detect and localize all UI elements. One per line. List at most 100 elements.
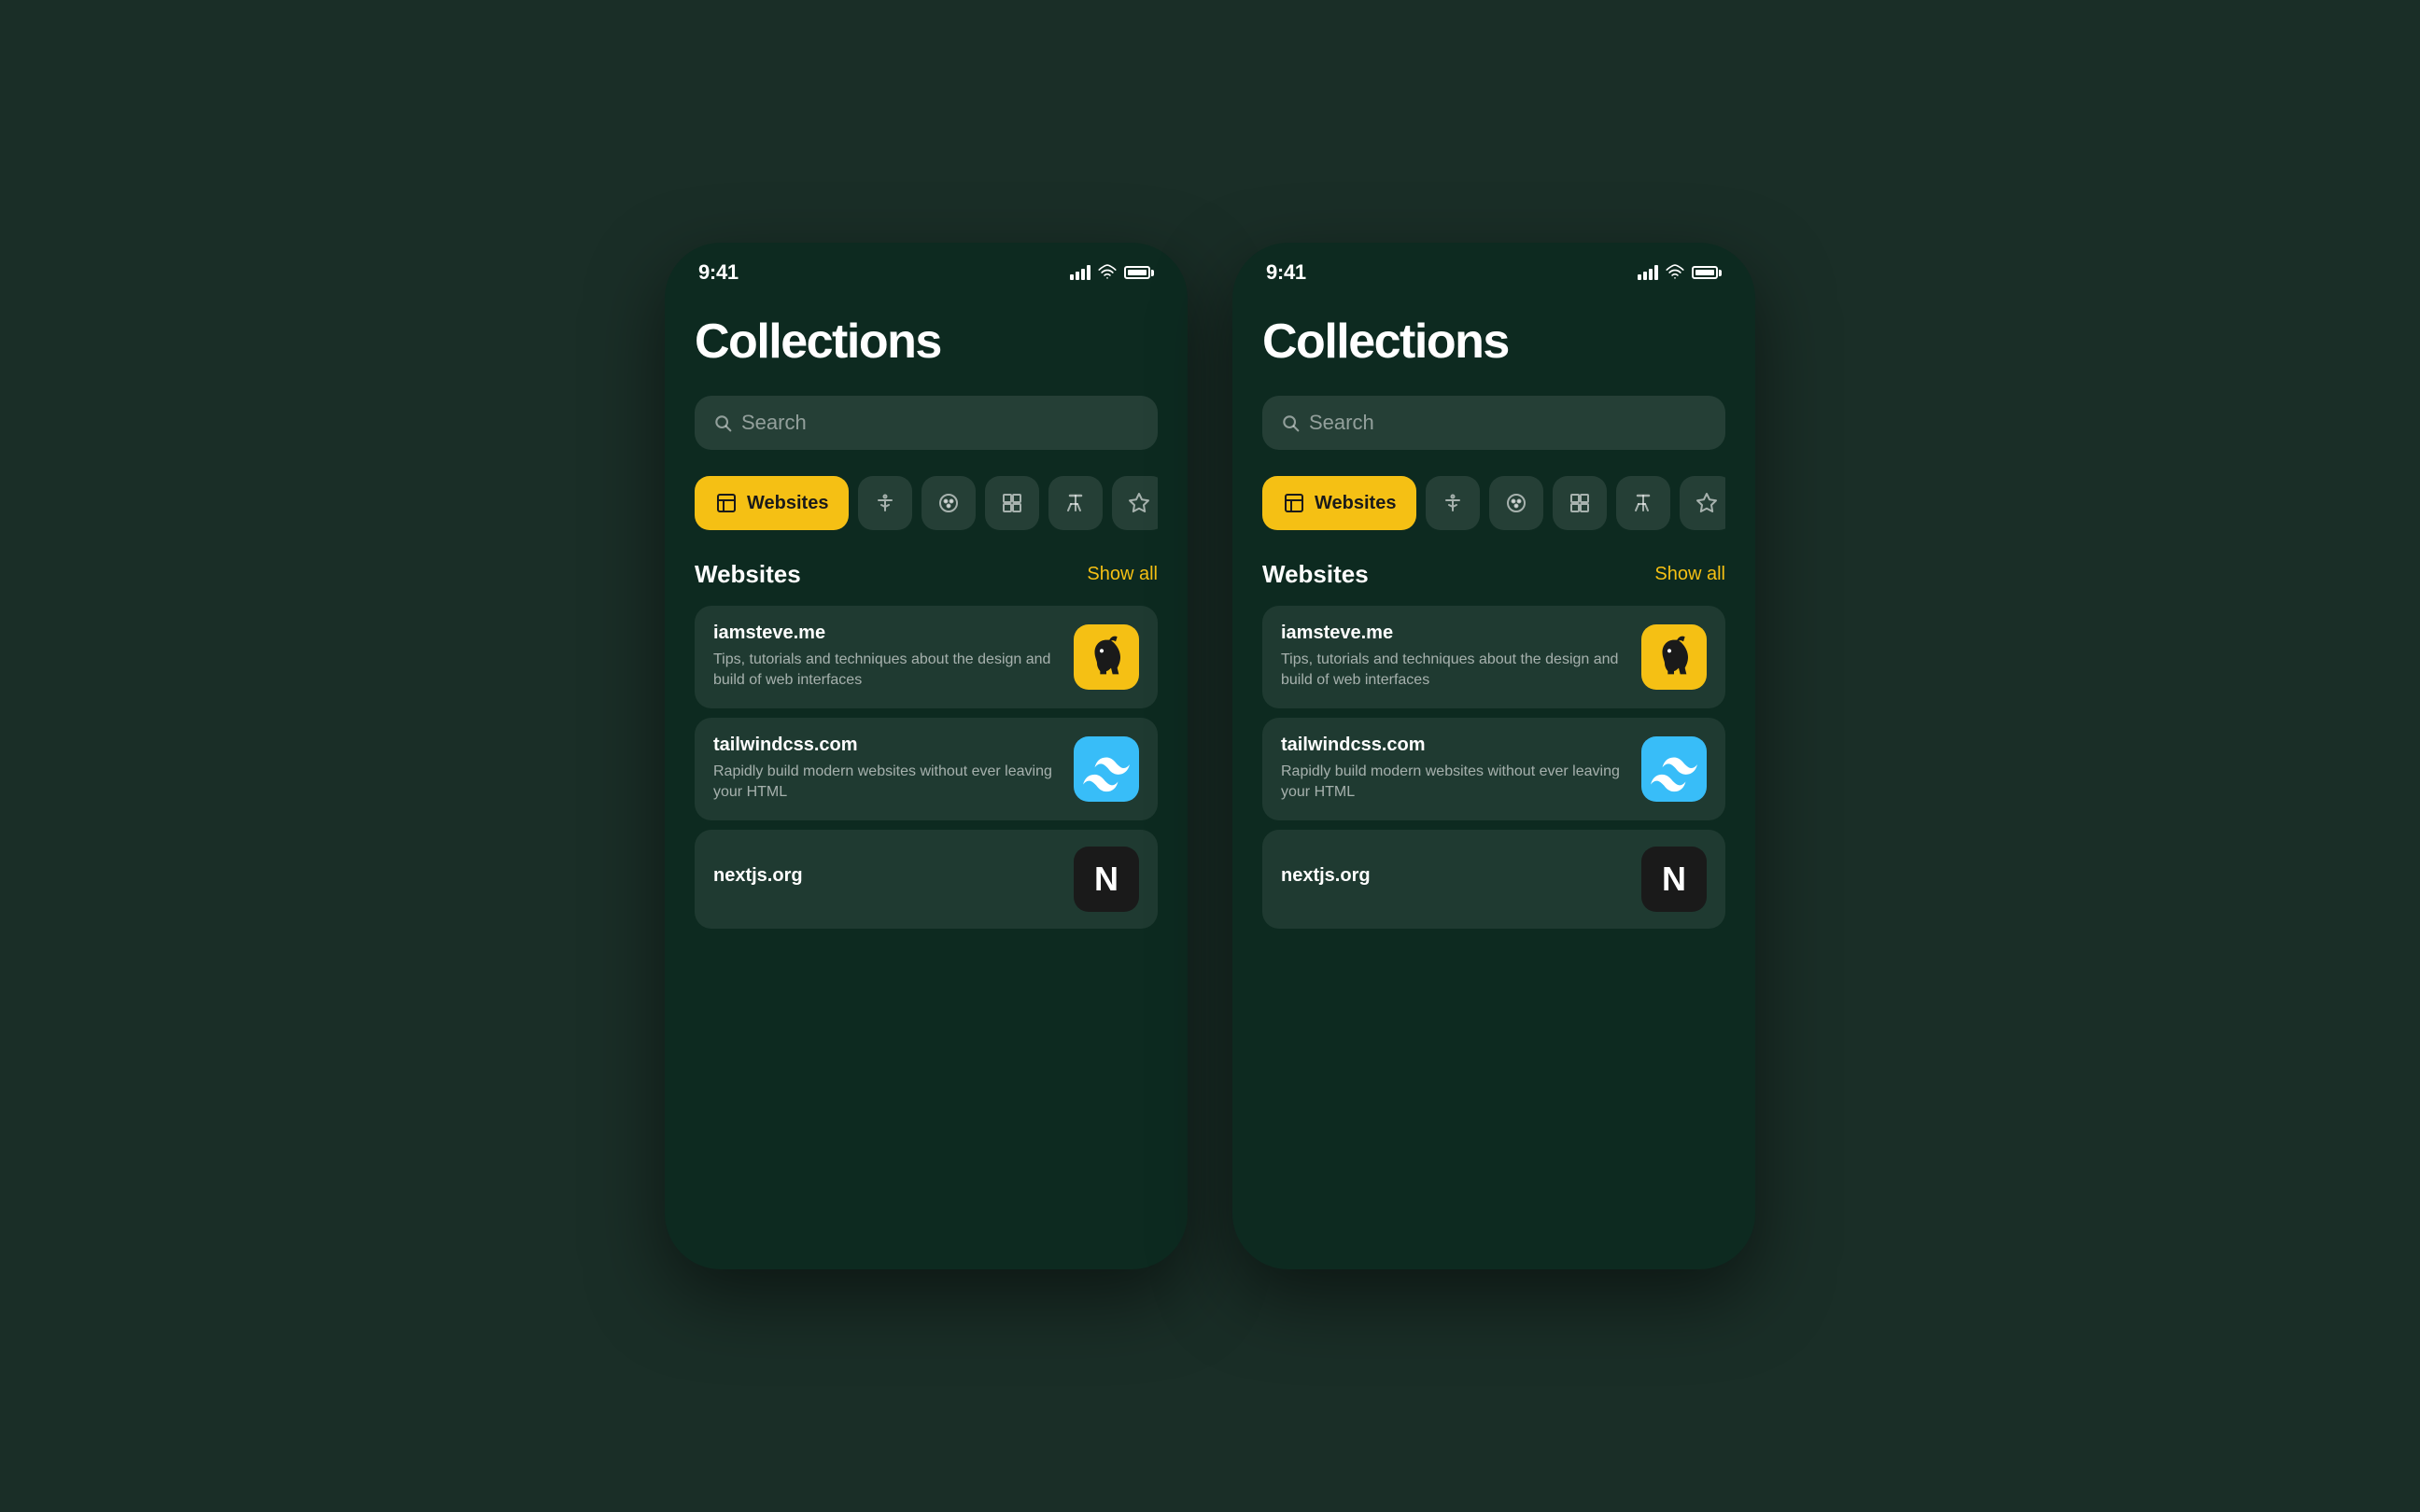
page-title-right: Collections: [1262, 314, 1725, 370]
signal-icon-right: [1638, 265, 1658, 280]
tab-websites-left[interactable]: Websites: [695, 476, 849, 530]
wifi-icon-left: [1098, 263, 1117, 282]
accessibility-icon-right: [1442, 492, 1464, 514]
tab-typography-left[interactable]: [1048, 476, 1103, 530]
signal-bar-2: [1076, 272, 1079, 280]
phone-frame-left: 9:41 Collectio: [665, 243, 1188, 1269]
section-header-left: Websites Show all: [695, 560, 1158, 589]
layout-icon-right: [1569, 492, 1591, 514]
card-text-iamsteve-right: iamsteve.me Tips, tutorials and techniqu…: [1281, 623, 1626, 692]
signal-icon-left: [1070, 265, 1090, 280]
section-header-right: Websites Show all: [1262, 560, 1725, 589]
page-title-left: Collections: [695, 314, 1158, 370]
card-title-tailwind-right: tailwindcss.com: [1281, 735, 1626, 756]
card-icon-iamsteve-left: [1074, 624, 1139, 690]
accessibility-icon-left: [874, 492, 896, 514]
show-all-right[interactable]: Show all: [1654, 564, 1725, 585]
card-text-nextjs-left: nextjs.org: [713, 865, 1059, 892]
tailwind-svg-right: [1651, 746, 1697, 792]
typography-icon-left: [1064, 492, 1087, 514]
card-title-iamsteve-left: iamsteve.me: [713, 623, 1059, 644]
phone-content-left: Collections Search Websites: [665, 295, 1188, 1269]
status-icons-right: [1638, 263, 1722, 282]
card-nextjs-left[interactable]: nextjs.org N: [695, 830, 1158, 929]
battery-icon-left: [1124, 266, 1154, 279]
signal-bar-1: [1070, 274, 1074, 280]
card-text-iamsteve-left: iamsteve.me Tips, tutorials and techniqu…: [713, 623, 1059, 692]
phone-frame-right: 9:41 Collectio: [1232, 243, 1755, 1269]
status-time-right: 9:41: [1266, 260, 1306, 285]
card-text-tailwind-left: tailwindcss.com Rapidly build modern web…: [713, 735, 1059, 804]
signal-bar-r2: [1643, 272, 1647, 280]
card-desc-tailwind-left: Rapidly build modern websites without ev…: [713, 762, 1059, 804]
tab-star-right[interactable]: [1680, 476, 1725, 530]
card-icon-nextjs-left: N: [1074, 847, 1139, 912]
card-icon-tailwind-right: [1641, 736, 1707, 802]
tab-layout-left[interactable]: [985, 476, 1039, 530]
search-icon-right: [1281, 413, 1300, 432]
status-icons-left: [1070, 263, 1154, 282]
star-icon-left: [1128, 492, 1150, 514]
art-icon-left: [937, 492, 960, 514]
tab-art-left[interactable]: [922, 476, 976, 530]
status-bar-left: 9:41: [665, 243, 1188, 295]
card-iamsteve-left[interactable]: iamsteve.me Tips, tutorials and techniqu…: [695, 606, 1158, 708]
tab-typography-right[interactable]: [1616, 476, 1670, 530]
websites-tab-icon-right: [1283, 492, 1305, 514]
card-iamsteve-right[interactable]: iamsteve.me Tips, tutorials and techniqu…: [1262, 606, 1725, 708]
status-time-left: 9:41: [698, 260, 739, 285]
search-placeholder-left: Search: [741, 411, 807, 435]
signal-bar-r1: [1638, 274, 1641, 280]
card-title-tailwind-left: tailwindcss.com: [713, 735, 1059, 756]
card-desc-iamsteve-left: Tips, tutorials and techniques about the…: [713, 650, 1059, 692]
search-bar-right[interactable]: Search: [1262, 396, 1725, 450]
card-title-iamsteve-right: iamsteve.me: [1281, 623, 1626, 644]
status-bar-right: 9:41: [1232, 243, 1755, 295]
art-icon-right: [1505, 492, 1527, 514]
horse-svg-left: [1083, 634, 1130, 680]
card-desc-iamsteve-right: Tips, tutorials and techniques about the…: [1281, 650, 1626, 692]
battery-icon-right: [1692, 266, 1722, 279]
card-title-nextjs-right: nextjs.org: [1281, 865, 1626, 887]
tailwind-svg-left: [1083, 746, 1130, 792]
layout-icon-left: [1001, 492, 1023, 514]
card-tailwind-left[interactable]: tailwindcss.com Rapidly build modern web…: [695, 718, 1158, 820]
category-tabs-left: Websites: [695, 476, 1158, 530]
signal-bar-4: [1087, 265, 1090, 280]
section-title-right: Websites: [1262, 560, 1369, 589]
card-tailwind-right[interactable]: tailwindcss.com Rapidly build modern web…: [1262, 718, 1725, 820]
tab-accessibility-left[interactable]: [858, 476, 912, 530]
search-placeholder-right: Search: [1309, 411, 1374, 435]
horse-svg-right: [1651, 634, 1697, 680]
tab-star-left[interactable]: [1112, 476, 1158, 530]
section-title-left: Websites: [695, 560, 801, 589]
card-title-nextjs-left: nextjs.org: [713, 865, 1059, 887]
nextjs-n-right: N: [1662, 860, 1686, 899]
signal-bar-r3: [1649, 269, 1653, 280]
card-icon-tailwind-left: [1074, 736, 1139, 802]
star-icon-right: [1695, 492, 1718, 514]
signal-bar-r4: [1654, 265, 1658, 280]
search-bar-left[interactable]: Search: [695, 396, 1158, 450]
search-icon-left: [713, 413, 732, 432]
phone-content-right: Collections Search Websites: [1232, 295, 1755, 1269]
websites-tab-icon-left: [715, 492, 738, 514]
nextjs-n-left: N: [1094, 860, 1119, 899]
card-desc-tailwind-right: Rapidly build modern websites without ev…: [1281, 762, 1626, 804]
tab-art-right[interactable]: [1489, 476, 1543, 530]
card-nextjs-right[interactable]: nextjs.org N: [1262, 830, 1725, 929]
wifi-icon-right: [1666, 263, 1684, 282]
card-text-nextjs-right: nextjs.org: [1281, 865, 1626, 892]
card-icon-nextjs-right: N: [1641, 847, 1707, 912]
card-icon-iamsteve-right: [1641, 624, 1707, 690]
card-text-tailwind-right: tailwindcss.com Rapidly build modern web…: [1281, 735, 1626, 804]
show-all-left[interactable]: Show all: [1087, 564, 1158, 585]
typography-icon-right: [1632, 492, 1654, 514]
tab-layout-right[interactable]: [1553, 476, 1607, 530]
tab-websites-label-right: Websites: [1315, 493, 1396, 514]
category-tabs-right: Websites: [1262, 476, 1725, 530]
signal-bar-3: [1081, 269, 1085, 280]
tab-websites-right[interactable]: Websites: [1262, 476, 1416, 530]
tab-accessibility-right[interactable]: [1426, 476, 1480, 530]
page-wrapper: 9:41 Collectio: [0, 0, 2420, 1512]
